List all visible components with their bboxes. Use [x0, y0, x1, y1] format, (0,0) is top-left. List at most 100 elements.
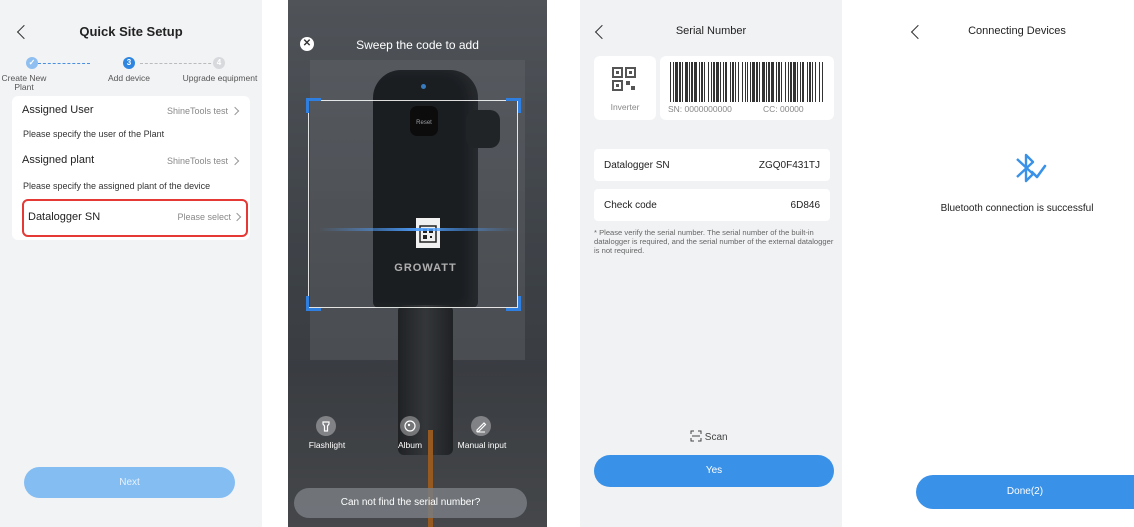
barcode-bar: [730, 62, 731, 102]
flashlight-label[interactable]: Flashlight: [306, 440, 348, 450]
next-button[interactable]: Next: [24, 467, 235, 498]
barcode-bar: [738, 62, 739, 102]
scan-label: Scan: [704, 432, 728, 443]
barcode-bar: [691, 62, 693, 102]
page-title: Connecting Devices: [968, 25, 1066, 37]
barcode-bar: [670, 62, 671, 102]
barcode-bar: [809, 62, 811, 102]
check-code-row: Check code 6D846: [594, 189, 830, 221]
datalogger-sn-label: Datalogger SN: [604, 160, 670, 171]
step-connector: [38, 63, 90, 64]
barcode-sn: SN: 0000000000: [668, 104, 732, 114]
barcode-bar: [711, 62, 712, 102]
assigned-plant-value[interactable]: ShineTools test: [167, 156, 228, 166]
scan-title: Sweep the code to add: [356, 38, 479, 52]
barcode-bar: [716, 62, 719, 102]
datalogger-sn-value: ZGQ0F431TJ: [758, 160, 820, 171]
barcode-bar: [673, 62, 674, 102]
barcode-bar: [800, 62, 801, 102]
album-label[interactable]: Album: [390, 440, 430, 450]
yes-button[interactable]: Yes: [594, 455, 834, 487]
datalogger-sn-value: Please select: [177, 212, 231, 222]
barcode-bar: [694, 62, 697, 102]
barcode-bar: [756, 62, 758, 102]
barcode-image: [670, 62, 823, 102]
scan-corner: [306, 296, 321, 311]
step-label: Upgrade equipment: [182, 73, 258, 83]
barcode-bar: [778, 62, 780, 102]
barcode-bar: [785, 62, 786, 102]
assigned-plant-label: Assigned plant: [22, 154, 95, 166]
assigned-user-value[interactable]: ShineTools test: [167, 106, 228, 116]
barcode-bar: [815, 62, 816, 102]
barcode-bar: [771, 62, 774, 102]
verification-note: * Please verify the serial number. The s…: [594, 228, 834, 255]
barcode-bar: [781, 62, 782, 102]
barcode-bar: [720, 62, 721, 102]
step-connector: [140, 63, 216, 64]
scan-corner: [506, 98, 521, 113]
scan-button[interactable]: Scan: [690, 430, 728, 443]
barcode-card: SN: 0000000000 CC: 00000: [660, 56, 834, 120]
flashlight-icon[interactable]: [316, 416, 336, 436]
barcode-bar: [759, 62, 760, 102]
barcode-bar: [822, 62, 823, 102]
step-label: Add device: [107, 73, 151, 83]
scan-corner: [506, 296, 521, 311]
barcode-bar: [802, 62, 804, 102]
step-label: Create New Plant: [1, 73, 47, 92]
chevron-right-icon: [230, 106, 240, 116]
step-pending-dot: 4: [213, 57, 225, 69]
device-type-label: Inverter: [610, 102, 640, 112]
barcode-bar: [819, 62, 820, 102]
cant-find-serial-button[interactable]: Can not find the serial number?: [294, 488, 527, 518]
barcode-bar: [766, 62, 767, 102]
qr-code-icon: [612, 67, 636, 91]
album-icon[interactable]: [400, 416, 420, 436]
assigned-user-hint: Please specify the user of the Plant: [23, 129, 165, 139]
barcode-bar: [685, 62, 688, 102]
scan-icon: [690, 430, 702, 442]
barcode-bar: [807, 62, 808, 102]
barcode-bar: [689, 62, 690, 102]
barcode-bar: [699, 62, 700, 102]
barcode-bar: [704, 62, 705, 102]
check-code-label: Check code: [604, 200, 657, 211]
barcode-bar: [682, 62, 683, 102]
manual-input-label[interactable]: Manual input: [452, 440, 512, 450]
step-active-dot: 3: [123, 57, 135, 69]
manual-input-icon[interactable]: [471, 416, 491, 436]
barcode-bar: [679, 62, 681, 102]
quick-site-setup-screen: Quick Site Setup ✓ 3 4 Create New Plant …: [0, 0, 262, 527]
device-type-card: Inverter: [594, 56, 656, 120]
barcode-bar: [793, 62, 796, 102]
barcode-bar: [742, 62, 743, 102]
barcode-bar: [735, 62, 736, 102]
datalogger-sn-row: Datalogger SN ZGQ0F431TJ: [594, 149, 830, 181]
barcode-bar: [713, 62, 715, 102]
scan-frame: [308, 100, 518, 308]
serial-number-screen: Serial Number Inverter SN: 0000000000 CC…: [580, 0, 842, 527]
bluetooth-status: Bluetooth connection is successful: [940, 203, 1094, 214]
scan-corner: [306, 98, 321, 113]
barcode-bar: [797, 62, 798, 102]
scan-code-screen: Reset GROWATT ✕ Sweep the code to add Fl…: [288, 0, 547, 527]
chevron-right-icon: [232, 212, 242, 222]
barcode-cc: CC: 00000: [763, 104, 804, 114]
barcode-bar: [745, 62, 746, 102]
datalogger-sn-label: Datalogger SN: [28, 211, 101, 223]
barcode-bar: [723, 62, 724, 102]
barcode-bar: [675, 62, 678, 102]
scan-line: [318, 228, 518, 231]
done-button[interactable]: Done(2): [916, 475, 1134, 509]
assigned-plant-hint: Please specify the assigned plant of the…: [23, 181, 211, 191]
barcode-bar: [768, 62, 770, 102]
bluetooth-connected-icon: [1016, 153, 1047, 183]
barcode-bar: [732, 62, 734, 102]
step-done-icon: ✓: [26, 57, 38, 69]
chevron-right-icon: [230, 156, 240, 166]
barcode-bar: [747, 62, 748, 102]
barcode-bar: [788, 62, 789, 102]
barcode-bar: [790, 62, 792, 102]
datalogger-sn-row[interactable]: Datalogger SN Please select: [22, 199, 248, 237]
